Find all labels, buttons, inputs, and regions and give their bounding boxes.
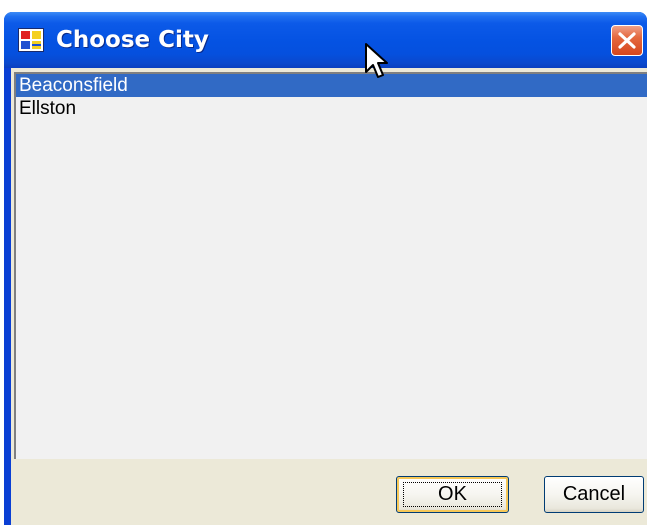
dialog-client-area: Beaconsfield Ellston OK Cancel (11, 68, 647, 525)
close-icon (618, 32, 636, 49)
application-icon (18, 28, 44, 52)
cancel-button[interactable]: Cancel (544, 476, 644, 513)
mouse-pointer-icon (365, 43, 388, 78)
list-item[interactable]: Beaconsfield (16, 74, 647, 97)
choose-city-dialog: Choose City Beaconsfield Ellston OK Canc… (4, 12, 647, 525)
ok-button-label: OK (438, 483, 467, 505)
city-listbox[interactable]: Beaconsfield Ellston (14, 72, 647, 459)
window-title: Choose City (56, 27, 209, 53)
close-button[interactable] (611, 25, 643, 56)
cancel-button-label: Cancel (562, 483, 626, 505)
ok-button[interactable]: OK (396, 476, 509, 513)
title-bar[interactable]: Choose City (4, 12, 647, 68)
list-item[interactable]: Ellston (16, 97, 647, 120)
